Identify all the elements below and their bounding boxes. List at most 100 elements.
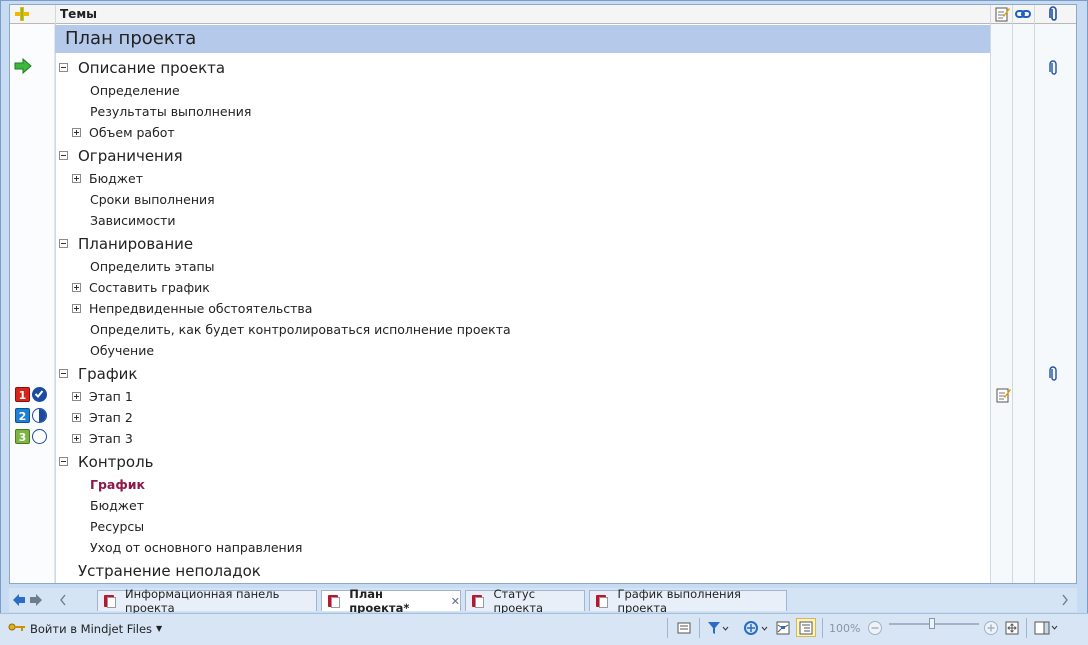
- tab-dashboard[interactable]: Информационная панель проекта: [97, 587, 317, 615]
- topic-label: Планирование: [78, 234, 194, 253]
- expand-toggle[interactable]: [72, 413, 81, 422]
- zoom-slider-thumb[interactable]: [929, 618, 935, 629]
- key-icon: [8, 621, 26, 636]
- zoom-slider[interactable]: [889, 618, 979, 629]
- view-options-button[interactable]: [741, 618, 771, 637]
- topic-row[interactable]: Планирование: [59, 233, 193, 254]
- tab-scroll-right-icon[interactable]: [1061, 594, 1069, 609]
- subtopic-row[interactable]: Этап 3: [72, 428, 133, 449]
- subtopic-row[interactable]: Обучение: [90, 340, 154, 361]
- close-tab-icon[interactable]: ✕: [451, 595, 460, 608]
- topic-label: График: [78, 364, 138, 383]
- status-bar: Войти в Mindjet Files ▼ 100%: [0, 613, 1088, 645]
- subtopic-row[interactable]: Составить график: [72, 277, 210, 298]
- outline-view: Темы План проекта Описание проекта Опред…: [9, 4, 1077, 584]
- filter-button[interactable]: [704, 618, 732, 637]
- notes-icon[interactable]: [993, 6, 1011, 22]
- subtopic-label: Объем работ: [89, 125, 175, 140]
- progress-complete-icon: [32, 387, 47, 402]
- add-topic-icon[interactable]: [13, 6, 31, 22]
- attachment-icon[interactable]: [1045, 6, 1063, 22]
- status-separator: [667, 618, 668, 638]
- expand-toggle[interactable]: [72, 434, 81, 443]
- zoom-in-button[interactable]: [981, 618, 1001, 637]
- subtopic-row[interactable]: Бюджет: [90, 495, 144, 516]
- expand-toggle[interactable]: [72, 128, 81, 137]
- collapse-toggle[interactable]: [59, 457, 68, 466]
- attachment-icon[interactable]: [1048, 60, 1060, 79]
- topic-label: Контроль: [78, 452, 154, 471]
- mindmap-file-icon: [328, 594, 341, 608]
- central-topic-row[interactable]: План проекта: [55, 25, 990, 53]
- subtopic-label: Зависимости: [90, 213, 176, 228]
- collapse-toggle[interactable]: [59, 63, 68, 72]
- subtopic-label: Уход от основного направления: [90, 540, 303, 555]
- outline-view-icon: [799, 621, 813, 634]
- subtopic-row[interactable]: Ресурсы: [90, 516, 144, 537]
- page-view-button[interactable]: [674, 618, 694, 637]
- subtopic-row[interactable]: Объем работ: [72, 122, 175, 143]
- subtopic-label: Составить график: [89, 280, 210, 295]
- progress-empty-icon: [32, 429, 47, 444]
- tab-label: Информационная панель проекта: [125, 587, 280, 615]
- column-divider: [1012, 5, 1013, 583]
- document-tab-bar: Информационная панель проекта План проек…: [9, 587, 1077, 615]
- subtopic-row-selected[interactable]: График: [90, 474, 145, 495]
- subtopic-row[interactable]: Определить этапы: [90, 256, 215, 277]
- outline-view-button[interactable]: [796, 618, 816, 637]
- tab-scroll-left-icon[interactable]: [59, 594, 67, 609]
- subtopic-row[interactable]: Зависимости: [90, 210, 176, 231]
- topic-row[interactable]: Устранение неполадок: [78, 560, 261, 581]
- expand-toggle[interactable]: [72, 283, 81, 292]
- subtopic-row[interactable]: Бюджет: [72, 168, 143, 189]
- subtopic-label: График: [90, 477, 145, 492]
- panel-layout-icon: [1034, 621, 1058, 634]
- notes-icon[interactable]: [995, 387, 1011, 406]
- subtopic-label: Определить этапы: [90, 259, 215, 274]
- subtopic-row[interactable]: Непредвиденные обстоятельства: [72, 298, 312, 319]
- forward-arrow-icon[interactable]: [29, 593, 43, 610]
- subtopic-row[interactable]: Уход от основного направления: [90, 537, 302, 558]
- link-icon[interactable]: [1014, 6, 1032, 22]
- collapse-toggle[interactable]: [59, 239, 68, 248]
- layout-button[interactable]: [1032, 618, 1062, 637]
- tab-label: Статус проекта: [493, 587, 544, 615]
- expand-toggle[interactable]: [72, 392, 81, 401]
- subtopic-row[interactable]: Этап 1: [72, 386, 133, 407]
- subtopic-label: Этап 1: [89, 389, 133, 404]
- status-separator: [699, 618, 700, 638]
- subtopic-row[interactable]: Результаты выполнения: [90, 101, 251, 122]
- tab-project-schedule[interactable]: График выполнения проекта: [589, 587, 787, 615]
- subtopic-row[interactable]: Сроки выполнения: [90, 189, 215, 210]
- mindmap-file-icon: [596, 594, 609, 608]
- topic-row[interactable]: Контроль: [59, 451, 154, 472]
- topics-column-header[interactable]: Темы: [60, 7, 97, 21]
- collapse-toggle[interactable]: [59, 369, 68, 378]
- subtopic-row[interactable]: Определить, как будет контролироваться и…: [90, 319, 511, 340]
- topic-row[interactable]: Описание проекта: [59, 57, 225, 78]
- topic-label: Ограничения: [78, 146, 183, 165]
- tab-project-plan[interactable]: План проекта* ✕: [321, 587, 461, 615]
- tab-label: План проекта*: [349, 587, 410, 615]
- zoom-level[interactable]: 100%: [829, 622, 860, 635]
- fit-map-button[interactable]: [1002, 618, 1022, 637]
- tab-project-status[interactable]: Статус проекта: [465, 587, 585, 615]
- topic-row[interactable]: Ограничения: [59, 145, 183, 166]
- subtopic-label: Этап 2: [89, 410, 133, 425]
- collapse-toggle[interactable]: [59, 151, 68, 160]
- back-arrow-icon[interactable]: [12, 593, 26, 610]
- expand-toggle[interactable]: [72, 304, 81, 313]
- topic-row[interactable]: График: [59, 363, 138, 384]
- mindjet-files-login[interactable]: Войти в Mindjet Files ▼: [8, 621, 162, 636]
- expand-toggle[interactable]: [72, 174, 81, 183]
- map-view-button[interactable]: [773, 618, 793, 637]
- priority-2-icon: 2: [15, 408, 30, 423]
- zoom-out-button[interactable]: [865, 618, 885, 637]
- page-view-icon: [677, 622, 691, 633]
- central-topic-label: План проекта: [65, 28, 197, 49]
- subtopic-row[interactable]: Определение: [90, 80, 180, 101]
- attachment-icon[interactable]: [1048, 366, 1060, 385]
- subtopic-label: Ресурсы: [90, 519, 145, 534]
- zoom-in-icon: [984, 620, 998, 635]
- subtopic-row[interactable]: Этап 2: [72, 407, 133, 428]
